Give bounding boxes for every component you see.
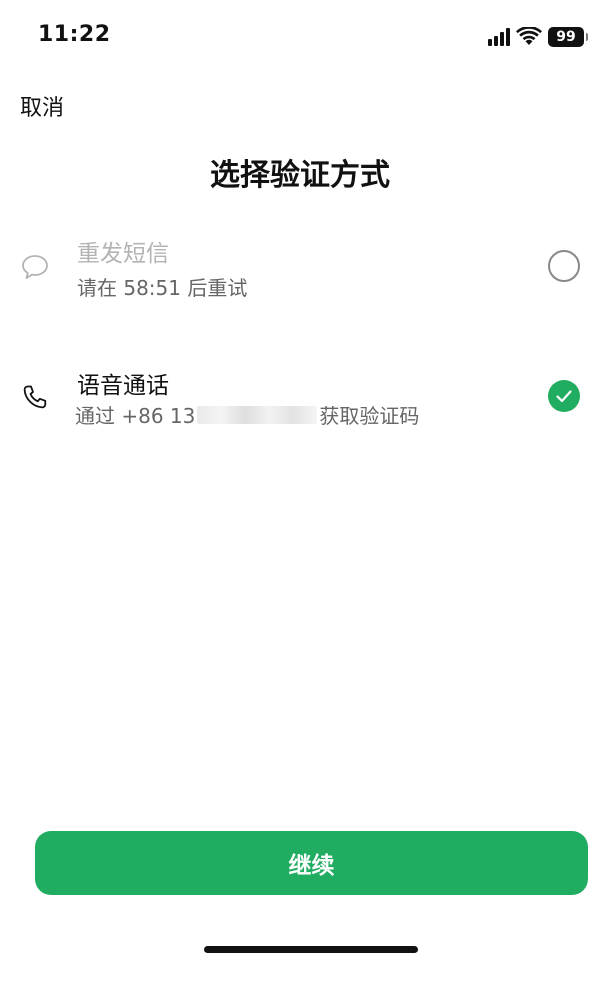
phone-number-prefix: 通过 +86 13 — [75, 404, 196, 428]
continue-button[interactable]: 继续 — [35, 831, 588, 895]
cellular-signal-icon — [488, 28, 510, 46]
option-voice-call-description: 通过 +86 13 获取验证码 — [75, 400, 419, 429]
cancel-button[interactable]: 取消 — [20, 90, 64, 122]
status-time: 11:22 — [38, 22, 111, 47]
verification-method-screen: 11:22 99 取消 选择验证方式 重发短信 请在 58:51 后重试 语音通… — [0, 0, 600, 1000]
option-resend-sms-countdown: 请在 58:51 后重试 — [77, 276, 248, 300]
option-resend-sms[interactable]: 重发短信 请在 58:51 后重试 — [0, 222, 600, 312]
battery-icon: 99 — [548, 27, 588, 47]
wifi-icon — [516, 27, 542, 45]
chat-bubble-icon — [22, 255, 48, 279]
phone-icon — [23, 385, 47, 409]
status-icons: 99 — [488, 26, 588, 48]
option-voice-call[interactable]: 语音通话 通过 +86 13 获取验证码 — [0, 352, 600, 442]
option-voice-call-title: 语音通话 — [77, 373, 169, 399]
home-indicator — [204, 946, 418, 953]
radio-unchecked-icon[interactable] — [548, 250, 580, 282]
option-resend-sms-title: 重发短信 — [77, 241, 169, 267]
page-title: 选择验证方式 — [210, 158, 390, 193]
masked-phone-number — [197, 405, 318, 424]
radio-checked-icon[interactable] — [548, 380, 580, 412]
status-bar: 11:22 99 — [0, 0, 600, 70]
get-code-text: 获取验证码 — [319, 404, 420, 428]
checkmark-icon — [556, 390, 572, 403]
